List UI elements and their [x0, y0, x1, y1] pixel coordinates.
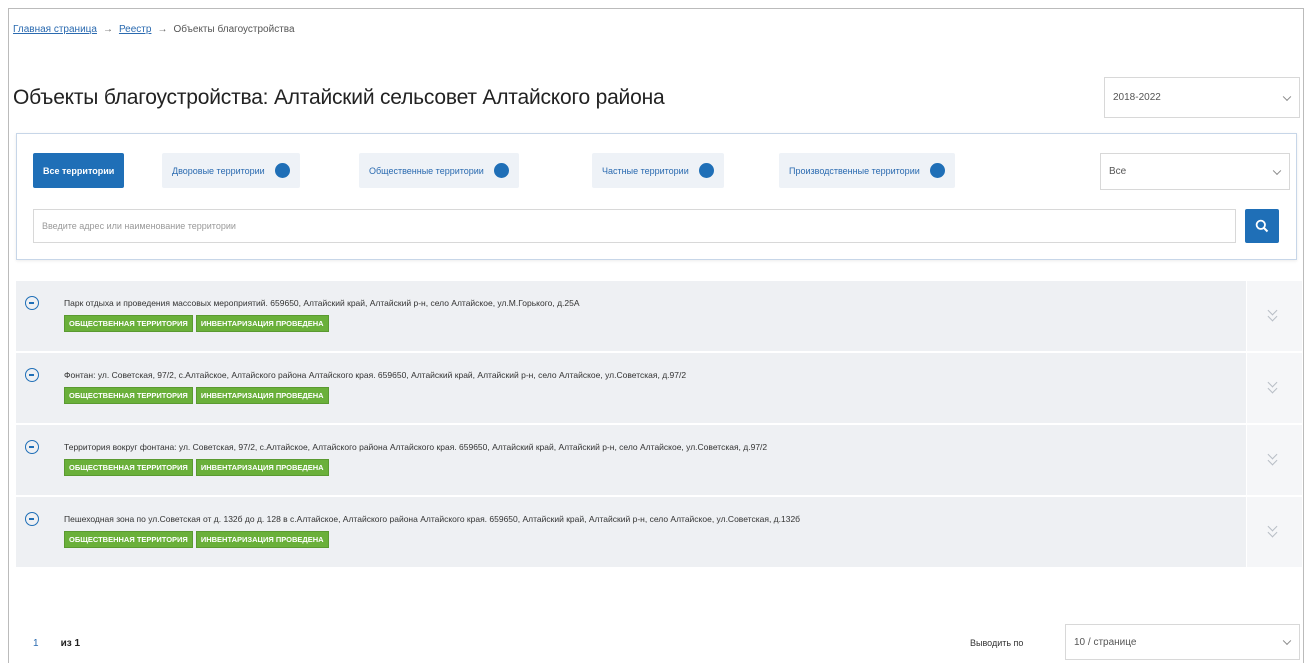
collapse-circle-icon[interactable] — [25, 368, 39, 382]
filter-panel: Все территории Дворовые территории Общес… — [16, 133, 1297, 260]
item-expand-area[interactable] — [1246, 425, 1302, 495]
search-icon — [1255, 219, 1269, 233]
tab-label: Частные территории — [602, 165, 689, 176]
item-badges: ОБЩЕСТВЕННАЯ ТЕРРИТОРИЯ ИНВЕНТАРИЗАЦИЯ П… — [64, 459, 329, 476]
territory-list: Парк отдыха и проведения массовых меропр… — [16, 281, 1302, 569]
year-select[interactable]: 2018-2022 — [1104, 77, 1300, 118]
chevron-down-icon — [1282, 92, 1292, 101]
search-button[interactable] — [1245, 209, 1279, 243]
tab-count-badge — [274, 163, 290, 178]
list-item[interactable]: Территория вокруг фонтана: ул. Советская… — [16, 425, 1302, 497]
double-chevron-down-icon — [1267, 527, 1278, 538]
current-page[interactable]: 1 — [33, 638, 39, 649]
item-expand-area[interactable] — [1246, 281, 1302, 351]
tab-label: Производственные территории — [789, 165, 920, 176]
breadcrumb-registry[interactable]: Реестр — [119, 24, 152, 35]
per-page-value: 10 / странице — [1074, 636, 1137, 648]
status-badge: ИНВЕНТАРИЗАЦИЯ ПРОВЕДЕНА — [195, 387, 329, 404]
status-badge: ОБЩЕСТВЕННАЯ ТЕРРИТОРИЯ — [64, 459, 193, 476]
tab-all[interactable]: Все территории — [33, 153, 125, 188]
item-address: Территория вокруг фонтана: ул. Советская… — [64, 442, 768, 452]
breadcrumb-separator: → — [157, 24, 168, 35]
double-chevron-down-icon — [1267, 383, 1278, 394]
page-title: Объекты благоустройства: Алтайский сельс… — [13, 86, 665, 109]
total-pages: из 1 — [60, 638, 81, 649]
collapse-circle-icon[interactable] — [25, 512, 39, 526]
breadcrumb: Главная страница → Реестр → Объекты благ… — [13, 24, 295, 35]
item-expand-area[interactable] — [1246, 353, 1302, 423]
status-badge: ИНВЕНТАРИЗАЦИЯ ПРОВЕДЕНА — [195, 315, 329, 332]
tab-industrial[interactable]: Производственные территории — [779, 153, 955, 188]
breadcrumb-current: Объекты благоустройства — [173, 24, 295, 35]
double-chevron-down-icon — [1267, 311, 1278, 322]
chevron-down-icon — [1282, 636, 1292, 646]
search-placeholder: Введите адрес или наименование территори… — [42, 221, 236, 231]
tab-label: Все территории — [43, 165, 115, 176]
search-input[interactable]: Введите адрес или наименование территори… — [33, 209, 1236, 243]
pagination: 1 из 1 — [33, 638, 80, 649]
year-select-value: 2018-2022 — [1113, 92, 1161, 103]
tab-count-badge — [493, 163, 509, 178]
per-page-select[interactable]: 10 / странице — [1065, 624, 1300, 660]
item-badges: ОБЩЕСТВЕННАЯ ТЕРРИТОРИЯ ИНВЕНТАРИЗАЦИЯ П… — [64, 531, 329, 548]
tab-public[interactable]: Общественные территории — [359, 153, 519, 188]
item-badges: ОБЩЕСТВЕННАЯ ТЕРРИТОРИЯ ИНВЕНТАРИЗАЦИЯ П… — [64, 315, 329, 332]
tab-label: Общественные территории — [369, 165, 484, 176]
status-badge: ОБЩЕСТВЕННАЯ ТЕРРИТОРИЯ — [64, 315, 193, 332]
chevron-down-icon — [1272, 166, 1282, 175]
collapse-circle-icon[interactable] — [25, 296, 39, 310]
list-item[interactable]: Фонтан: ул. Советская, 97/2, с.Алтайское… — [16, 353, 1302, 425]
status-badge: ОБЩЕСТВЕННАЯ ТЕРРИТОРИЯ — [64, 387, 193, 404]
status-badge: ОБЩЕСТВЕННАЯ ТЕРРИТОРИЯ — [64, 531, 193, 548]
breadcrumb-home[interactable]: Главная страница — [13, 24, 97, 35]
item-expand-area[interactable] — [1246, 497, 1302, 567]
tab-yard[interactable]: Дворовые территории — [162, 153, 300, 188]
item-address: Фонтан: ул. Советская, 97/2, с.Алтайское… — [64, 370, 687, 380]
per-page-label: Выводить по — [970, 638, 1024, 648]
item-badges: ОБЩЕСТВЕННАЯ ТЕРРИТОРИЯ ИНВЕНТАРИЗАЦИЯ П… — [64, 387, 329, 404]
tab-count-badge — [698, 163, 714, 178]
status-badge: ИНВЕНТАРИЗАЦИЯ ПРОВЕДЕНА — [195, 531, 329, 548]
territory-kind-select[interactable]: Все — [1100, 153, 1290, 190]
tab-private[interactable]: Частные территории — [592, 153, 724, 188]
breadcrumb-separator: → — [102, 24, 113, 35]
tab-label: Дворовые территории — [172, 165, 265, 176]
kind-select-value: Все — [1109, 166, 1127, 177]
item-address: Парк отдыха и проведения массовых меропр… — [64, 298, 580, 308]
list-item[interactable]: Парк отдыха и проведения массовых меропр… — [16, 281, 1302, 353]
collapse-circle-icon[interactable] — [25, 440, 39, 454]
double-chevron-down-icon — [1267, 455, 1278, 466]
tab-count-badge — [929, 163, 945, 178]
item-address: Пешеходная зона по ул.Советская от д. 13… — [64, 514, 801, 524]
list-item[interactable]: Пешеходная зона по ул.Советская от д. 13… — [16, 497, 1302, 569]
status-badge: ИНВЕНТАРИЗАЦИЯ ПРОВЕДЕНА — [195, 459, 329, 476]
